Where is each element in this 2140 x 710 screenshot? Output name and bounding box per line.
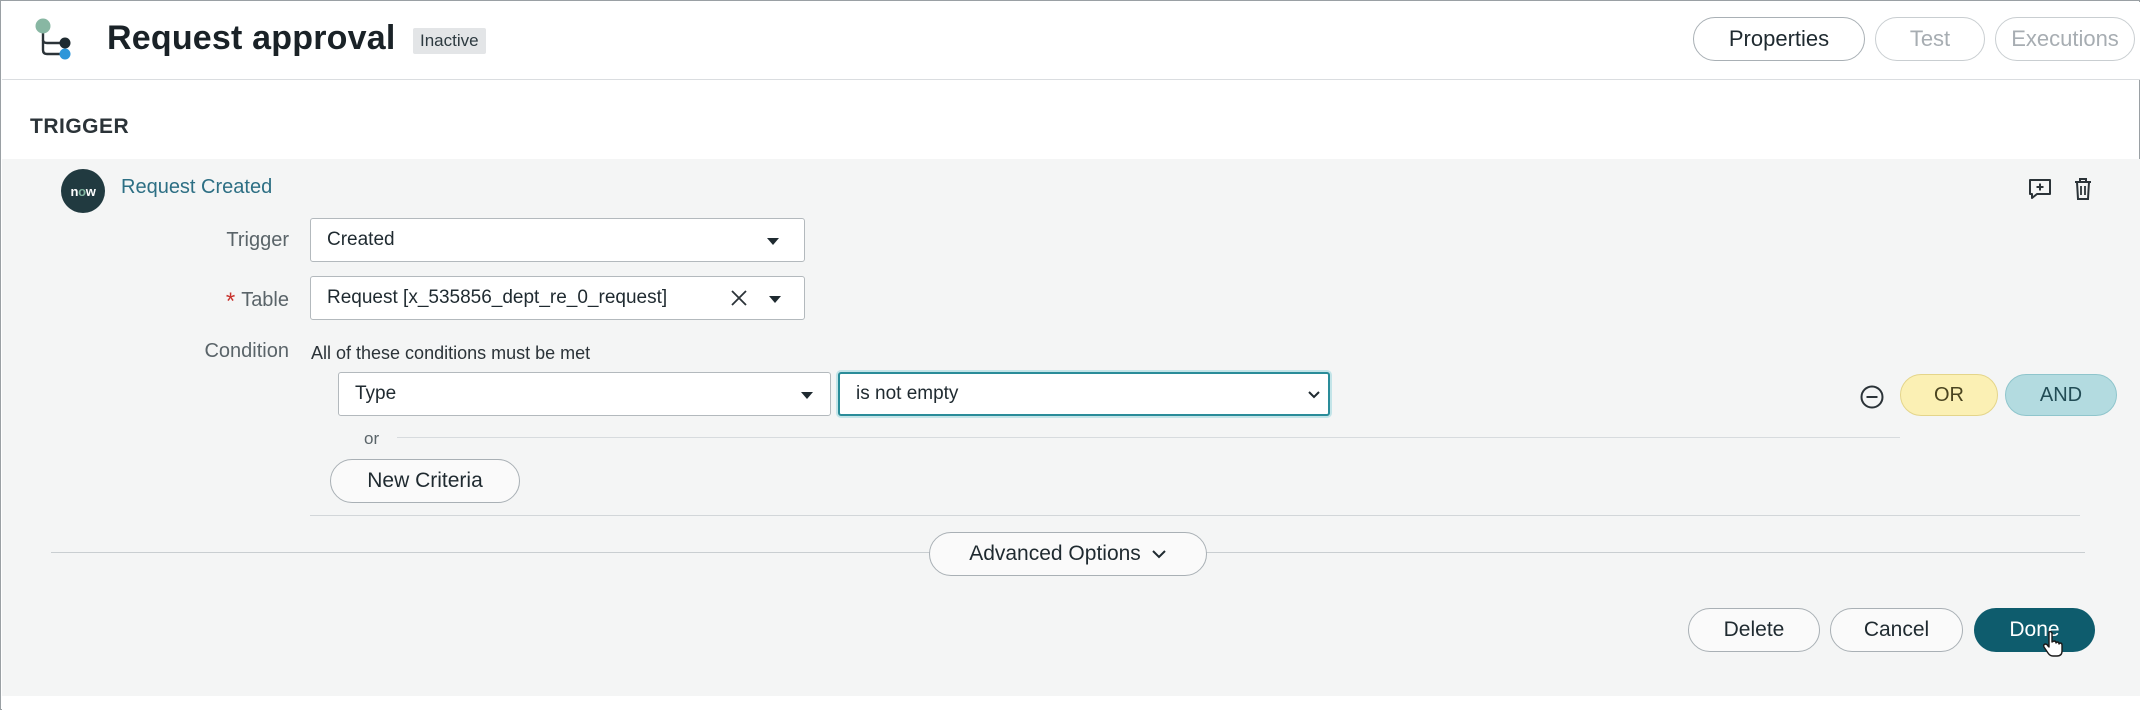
or-button[interactable]: OR: [1900, 374, 1998, 416]
condition-operator-value: is not empty: [856, 383, 959, 404]
trigger-select[interactable]: Created: [310, 218, 805, 262]
section-label-trigger: TRIGGER: [30, 115, 130, 138]
delete-button[interactable]: Delete: [1688, 608, 1820, 652]
clear-icon[interactable]: [730, 289, 748, 307]
trash-icon[interactable]: [2071, 176, 2095, 202]
done-button[interactable]: Done: [1974, 608, 2095, 652]
test-button[interactable]: Test: [1875, 17, 1985, 61]
table-label-text: Table: [241, 289, 289, 311]
chevron-down-icon: [1152, 550, 1166, 559]
caret-down-icon: [769, 296, 781, 303]
app-window: Request approval Inactive Properties Tes…: [0, 0, 2140, 710]
now-logo: now: [61, 169, 105, 213]
or-divider: [397, 437, 1900, 438]
and-button[interactable]: AND: [2005, 374, 2117, 416]
now-logo-text: now: [70, 183, 96, 199]
table-field-label: * Table: [191, 285, 289, 315]
page-title: Request approval: [107, 19, 396, 57]
annotation-icon[interactable]: [2027, 177, 2053, 201]
advanced-options-button[interactable]: Advanced Options: [929, 532, 1207, 576]
table-select-value: Request [x_535856_dept_re_0_request]: [327, 287, 668, 308]
condition-divider: [310, 515, 2080, 516]
properties-button[interactable]: Properties: [1693, 17, 1865, 61]
caret-down-icon: [767, 238, 779, 245]
remove-condition-icon[interactable]: [1859, 384, 1885, 410]
new-criteria-button[interactable]: New Criteria: [330, 459, 520, 503]
condition-description: All of these conditions must be met: [311, 343, 591, 363]
bottom-strip: [2, 696, 2140, 710]
cursor-icon: [2042, 630, 2063, 657]
executions-button[interactable]: Executions: [1995, 17, 2135, 61]
caret-down-icon: [801, 392, 813, 399]
condition-field-value: Type: [355, 383, 397, 404]
flow-icon: [35, 18, 71, 60]
flow-header: Request approval Inactive Properties Tes…: [2, 2, 2140, 80]
chevron-down-icon: [1308, 391, 1320, 399]
condition-field-select[interactable]: Type: [338, 372, 831, 416]
required-icon: *: [225, 288, 236, 315]
or-separator: or: [364, 429, 380, 448]
trigger-select-value: Created: [327, 229, 395, 250]
condition-field-label: Condition: [204, 340, 289, 362]
status-badge: Inactive: [413, 28, 486, 54]
trigger-field-label: Trigger: [226, 229, 289, 251]
table-select[interactable]: Request [x_535856_dept_re_0_request]: [310, 276, 805, 320]
condition-operator-select[interactable]: is not empty: [838, 372, 1330, 416]
advanced-options-label: Advanced Options: [969, 542, 1141, 565]
trigger-name-link[interactable]: Request Created: [121, 176, 272, 199]
cancel-button[interactable]: Cancel: [1830, 608, 1963, 652]
